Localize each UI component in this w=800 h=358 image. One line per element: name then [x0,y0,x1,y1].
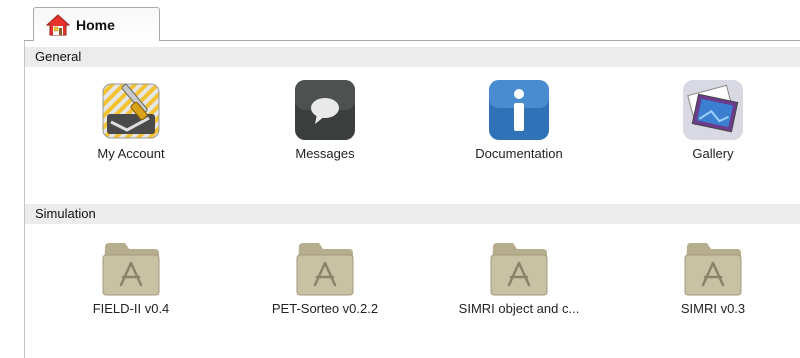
folder-icon [684,243,742,296]
home-icon [46,13,70,35]
app-messages-label: Messages [295,146,355,161]
photo-gallery-icon [683,80,743,140]
app-simri-label: SIMRI v0.3 [680,301,746,316]
folder-icon [490,243,548,296]
info-icon [489,80,549,140]
app-pet-sorteo-label: PET-Sorteo v0.2.2 [271,301,379,316]
app-my-account[interactable]: My Account [46,78,216,161]
section-general-title: General [35,49,82,64]
tab-home[interactable]: Home [33,7,160,41]
app-simri-object-label: SIMRI object and c... [458,301,580,316]
app-gallery-label: Gallery [692,146,734,161]
app-pet-sorteo[interactable]: PET-Sorteo v0.2.2 [240,237,410,316]
app-documentation[interactable]: Documentation [434,78,604,161]
app-field-ii-label: FIELD-II v0.4 [92,301,170,316]
section-simulation-header: Simulation [25,204,800,224]
app-simri-object[interactable]: SIMRI object and c... [434,237,604,316]
home-panel: General My Account Messages Documentatio… [24,41,800,358]
app-messages[interactable]: Messages [240,78,410,161]
section-simulation-title: Simulation [35,206,96,221]
app-gallery[interactable]: Gallery [628,78,798,161]
app-field-ii[interactable]: FIELD-II v0.4 [46,237,216,316]
speech-bubble-icon [295,80,355,140]
app-simri[interactable]: SIMRI v0.3 [628,237,798,316]
tab-bar: Home [0,0,800,41]
folder-icon [102,243,160,296]
section-general-header: General [25,47,800,67]
account-tools-icon [102,83,160,139]
app-documentation-label: Documentation [475,146,563,161]
folder-icon [296,243,354,296]
tab-home-label: Home [76,16,115,33]
app-my-account-label: My Account [97,146,165,161]
